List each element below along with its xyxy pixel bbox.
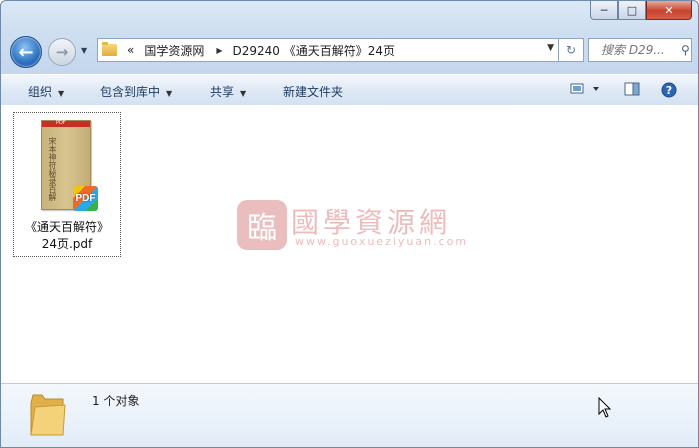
- refresh-icon: ↻: [565, 43, 577, 57]
- organize-label: 组织: [28, 85, 53, 99]
- search-box[interactable]: ⚲: [588, 38, 692, 62]
- breadcrumb-overflow[interactable]: «: [127, 43, 134, 57]
- breadcrumb-separator-icon[interactable]: ▶: [216, 46, 222, 55]
- view-options-button[interactable]: [570, 82, 600, 99]
- preview-pane-icon: [624, 82, 640, 96]
- watermark-logo: 臨: [237, 200, 287, 250]
- thumbnail-band: PDF: [42, 120, 90, 127]
- address-bar[interactable]: « 国学资源网 ▶ D29240 《通天百解符》24页 ▼: [97, 38, 559, 62]
- view-icon: [570, 83, 599, 94]
- thumbnail-cover-text: 宋本神符秘录百解: [48, 137, 57, 201]
- help-button[interactable]: ?: [661, 82, 677, 101]
- chevron-down-icon: ▼: [166, 89, 173, 98]
- folder-icon: [102, 42, 117, 56]
- explorer-window: ─ □ ✕ ← → ▼ « 国学资源网 ▶ D29240 《通天百解符》24页 …: [0, 0, 699, 448]
- chevron-down-icon: ▼: [58, 89, 65, 98]
- address-dropdown-icon[interactable]: ▼: [547, 43, 554, 53]
- file-item[interactable]: PDF 宋本神符秘录百解 PDF 《通天百解符》 24页.pdf: [13, 112, 121, 257]
- command-bar: 组织 ▼ 包含到库中 ▼ 共享 ▼ 新建文件夹 ?: [1, 74, 698, 106]
- svg-text:?: ?: [666, 84, 672, 97]
- file-name: 《通天百解符》 24页.pdf: [14, 219, 120, 253]
- include-in-library-menu[interactable]: 包含到库中 ▼: [100, 83, 172, 100]
- organize-menu[interactable]: 组织 ▼: [28, 83, 64, 100]
- maximize-button[interactable]: □: [618, 1, 646, 20]
- search-icon[interactable]: ⚲: [681, 43, 690, 57]
- file-list-area[interactable]: PDF 宋本神符秘录百解 PDF 《通天百解符》 24页.pdf 臨 國學資源網…: [1, 105, 698, 383]
- breadcrumb-root[interactable]: 国学资源网: [144, 42, 204, 59]
- preview-pane-button[interactable]: [624, 82, 640, 99]
- share-menu[interactable]: 共享 ▼: [210, 83, 246, 100]
- back-arrow-icon: ←: [18, 41, 34, 63]
- minimize-button[interactable]: ─: [590, 1, 618, 20]
- share-label: 共享: [210, 85, 235, 99]
- recent-pages-dropdown[interactable]: ▼: [81, 46, 87, 55]
- folder-icon: [30, 394, 66, 436]
- breadcrumb-current[interactable]: D29240 《通天百解符》24页: [233, 42, 396, 59]
- back-button[interactable]: ←: [10, 36, 42, 68]
- file-name-line1: 《通天百解符》: [24, 220, 109, 234]
- mouse-cursor-icon: [598, 397, 612, 418]
- search-input[interactable]: [599, 42, 679, 58]
- caption-buttons: ─ □ ✕: [590, 1, 692, 20]
- include-in-library-label: 包含到库中: [100, 85, 161, 99]
- details-pane: 1 个对象: [1, 383, 698, 447]
- new-folder-button[interactable]: 新建文件夹: [283, 83, 343, 100]
- chevron-down-icon: ▼: [240, 89, 247, 98]
- item-count: 1 个对象: [92, 394, 140, 408]
- watermark-url: www.guoxueziyuan.com: [295, 235, 469, 248]
- forward-button[interactable]: →: [48, 38, 76, 66]
- close-button[interactable]: ✕: [646, 1, 692, 20]
- refresh-button[interactable]: ↻: [559, 38, 584, 62]
- help-icon: ?: [661, 82, 677, 98]
- forward-arrow-icon: →: [55, 43, 69, 61]
- pdf-icon: PDF: [73, 186, 98, 211]
- file-name-line2: 24页.pdf: [41, 237, 93, 251]
